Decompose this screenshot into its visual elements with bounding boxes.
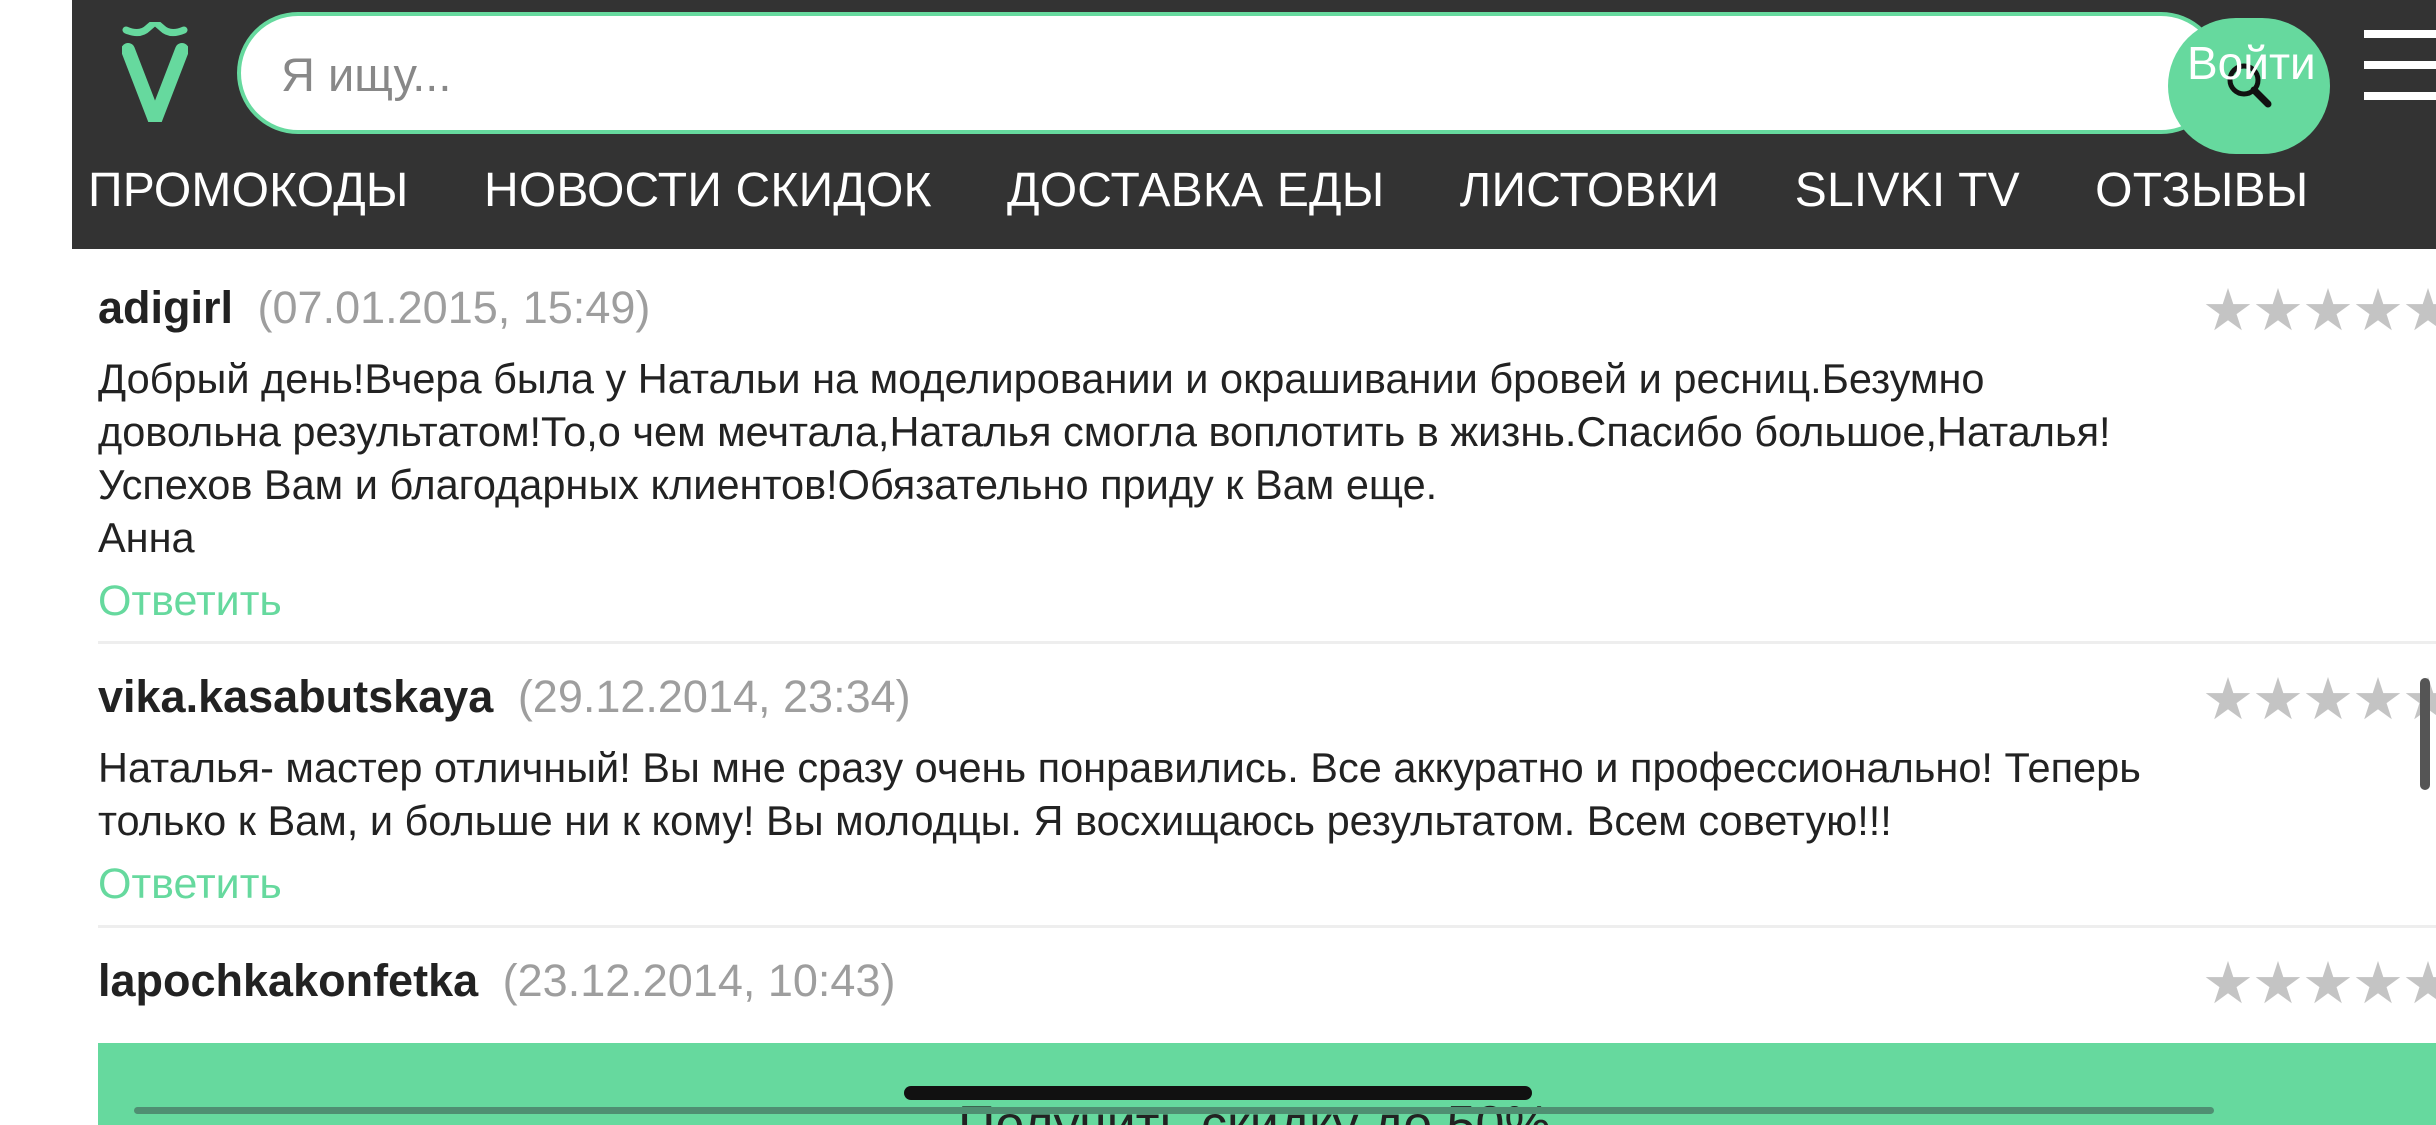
- star-rating-icon: ★★★★★: [2202, 951, 2436, 1016]
- nav-item-leaflets[interactable]: ЛИСТОВКИ: [1460, 164, 1720, 217]
- review-date: (23.12.2014, 10:43): [502, 955, 896, 1006]
- nav-item-discount-news[interactable]: НОВОСТИ СКИДОК: [484, 164, 932, 217]
- review-item: adigirl (07.01.2015, 15:49) ★★★★★ Добрый…: [98, 278, 2436, 626]
- review-author[interactable]: vika.kasabutskaya: [98, 671, 493, 722]
- review-author[interactable]: lapochkakonfetka: [98, 955, 478, 1006]
- nav-item-slivki-tv[interactable]: SLIVKI TV: [1795, 164, 2020, 217]
- scrollbar-thumb[interactable]: [2420, 678, 2430, 790]
- review-date: (29.12.2014, 23:34): [517, 671, 911, 722]
- page: Войти ПРОМОКОДЫ НОВОСТИ СКИДОК ДОСТАВКА …: [0, 0, 2436, 1125]
- review-date: (07.01.2015, 15:49): [257, 282, 651, 333]
- search-input[interactable]: [279, 38, 2063, 110]
- site-header: Войти ПРОМОКОДЫ НОВОСТИ СКИДОК ДОСТАВКА …: [72, 0, 2436, 249]
- review-item: vika.kasabutskaya (29.12.2014, 23:34) ★★…: [98, 667, 2436, 909]
- divider: [98, 641, 2436, 644]
- promo-underline: [134, 1107, 2214, 1114]
- login-link[interactable]: Войти: [2187, 36, 2316, 90]
- home-indicator: [904, 1086, 1532, 1100]
- nav-item-reviews[interactable]: ОТЗЫВЫ: [2095, 164, 2308, 217]
- review-item: lapochkakonfetka (23.12.2014, 10:43) ★★★…: [98, 951, 2436, 1016]
- review-author[interactable]: adigirl: [98, 282, 233, 333]
- nav-item-food-delivery[interactable]: ДОСТАВКА ЕДЫ: [1007, 164, 1384, 217]
- main-nav: ПРОМОКОДЫ НОВОСТИ СКИДОК ДОСТАВКА ЕДЫ ЛИ…: [88, 163, 2370, 223]
- divider: [98, 925, 2436, 928]
- star-rating-icon: ★★★★★: [2202, 667, 2436, 732]
- nav-item-promocodes[interactable]: ПРОМОКОДЫ: [88, 164, 409, 217]
- promo-discount-button[interactable]: Получить скидку до 50%: [98, 1043, 2436, 1125]
- search-box: [237, 12, 2330, 154]
- hamburger-menu-icon[interactable]: [2364, 30, 2436, 100]
- reply-link[interactable]: Ответить: [98, 577, 282, 626]
- review-header: vika.kasabutskaya (29.12.2014, 23:34) ★★…: [98, 667, 2436, 732]
- reply-link[interactable]: Ответить: [98, 860, 282, 909]
- review-text: Наталья- мастер отличный! Вы мне сразу о…: [98, 744, 2141, 844]
- review-header: lapochkakonfetka (23.12.2014, 10:43) ★★★…: [98, 951, 2436, 1016]
- review-header: adigirl (07.01.2015, 15:49) ★★★★★: [98, 278, 2436, 343]
- logo-icon[interactable]: [122, 22, 188, 122]
- review-text: Добрый день!Вчера была у Натальи на моде…: [98, 355, 2111, 561]
- star-rating-icon: ★★★★★: [2202, 278, 2436, 343]
